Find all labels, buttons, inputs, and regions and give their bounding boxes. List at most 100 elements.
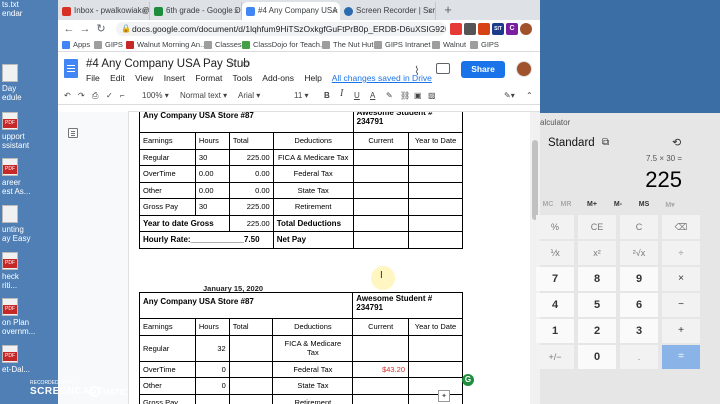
desktop-icon[interactable]: et-Dal...	[2, 345, 56, 374]
calc-key[interactable]: 6	[620, 293, 658, 317]
font-select[interactable]: Arial ▾	[238, 90, 260, 102]
underline-button[interactable]: U	[354, 90, 360, 102]
explore-icon[interactable]: ✦	[438, 390, 450, 402]
calc-key[interactable]: 0	[578, 345, 616, 369]
table-cell[interactable]	[352, 214, 410, 232]
calc-key[interactable]: 2	[578, 319, 616, 343]
calc-key[interactable]: ⌫	[662, 215, 700, 239]
desktop-icon[interactable]: Day edule	[2, 64, 56, 102]
calc-key[interactable]: x²	[578, 241, 616, 265]
calc-key[interactable]: 8	[578, 267, 616, 291]
table-cell[interactable]	[228, 334, 274, 362]
table-cell[interactable]: 32	[194, 334, 230, 362]
link-icon[interactable]: ⛓	[400, 90, 410, 102]
style-select[interactable]: Normal text ▾	[180, 90, 227, 102]
table-cell[interactable]	[352, 181, 410, 199]
editing-mode-icon[interactable]: ✎▾	[504, 90, 515, 102]
calc-key[interactable]: 5	[578, 293, 616, 317]
table-cell[interactable]: 225.00	[228, 148, 274, 166]
desktop-icon[interactable]: unting ay Easy	[2, 205, 56, 243]
table-cell[interactable]	[352, 198, 410, 216]
table-cell[interactable]: State Tax	[272, 181, 354, 199]
table-cell[interactable]: Regular	[139, 148, 196, 166]
header-cell[interactable]: Earnings	[139, 318, 196, 336]
desktop-icon[interactable]: heck riti...	[2, 252, 56, 290]
profile-avatar[interactable]	[520, 23, 532, 35]
table-cell[interactable]: 30	[194, 148, 230, 166]
calc-key[interactable]: ⅟x	[536, 241, 574, 265]
table-cell[interactable]: 0.00	[194, 181, 230, 199]
header-cell[interactable]: Current	[352, 132, 410, 150]
header-cell[interactable]: Earnings	[139, 132, 196, 150]
bookmark-item[interactable]: ClassDojo for Teach...	[242, 39, 326, 51]
bookmark-item[interactable]: GIPS	[94, 39, 123, 51]
calc-key[interactable]: C	[620, 215, 658, 239]
calc-key[interactable]: +	[662, 319, 700, 343]
redo-icon[interactable]: ↷	[78, 90, 85, 102]
header-cell[interactable]: Deductions	[272, 318, 354, 336]
calc-key[interactable]: 9	[620, 267, 658, 291]
scrollbar-thumb[interactable]	[532, 140, 538, 220]
ytd-label[interactable]: Year to date Gross	[139, 214, 230, 232]
calc-key[interactable]: %	[536, 215, 574, 239]
avatar[interactable]	[516, 61, 532, 77]
table-cell[interactable]	[228, 393, 274, 404]
tab-inbox[interactable]: Inbox - pwalkowiak@ ×	[58, 2, 150, 20]
table-cell[interactable]: $43.20	[352, 360, 410, 378]
header-cell[interactable]: Hours	[194, 132, 230, 150]
table-cell[interactable]: OverTime	[139, 360, 196, 378]
print-icon[interactable]: ⎙	[92, 90, 98, 102]
tab-screen-recorder[interactable]: Screen Recorder | Scre ×	[340, 2, 436, 20]
close-icon[interactable]: ×	[428, 2, 433, 20]
star-icon[interactable]: ☆	[228, 58, 237, 69]
new-tab-button[interactable]: +	[440, 2, 456, 18]
menu-addons[interactable]: Add-ons	[262, 73, 294, 83]
table-cell[interactable]: Other	[139, 181, 196, 199]
table-cell[interactable]	[408, 181, 463, 199]
desktop-icon[interactable]: areer est As...	[2, 158, 56, 196]
table-cell[interactable]: Federal Tax	[272, 360, 354, 378]
table-cell[interactable]: 0	[194, 360, 230, 378]
header-cell[interactable]: Year to Date	[408, 132, 463, 150]
italic-button[interactable]: I	[340, 88, 343, 100]
table-cell[interactable]	[408, 393, 463, 404]
font-size-select[interactable]: 11 ▾	[294, 90, 309, 102]
move-folder-icon[interactable]: ▭	[242, 58, 251, 69]
table-cell[interactable]	[352, 231, 410, 249]
comment-icon[interactable]	[436, 63, 450, 74]
employee-cell[interactable]: Awesome Student # 234791	[352, 112, 464, 133]
spellcheck-icon[interactable]: ✓	[106, 90, 113, 102]
header-cell[interactable]: Hours	[194, 318, 230, 336]
desktop-icon[interactable]: upport ssistant	[2, 112, 56, 150]
calc-key[interactable]: 1	[536, 319, 574, 343]
header-cell[interactable]: Deductions	[272, 132, 354, 150]
hourly-rate[interactable]: Hourly Rate:____________7.50	[139, 231, 274, 249]
paint-format-icon[interactable]: ⌐	[120, 90, 125, 102]
calc-key[interactable]: ÷	[662, 241, 700, 265]
menu-insert[interactable]: Insert	[164, 73, 185, 83]
calc-key[interactable]: .	[620, 345, 658, 369]
docs-logo-icon[interactable]	[64, 59, 78, 78]
memory-store[interactable]: MS	[632, 201, 656, 208]
table-cell[interactable]	[228, 360, 274, 378]
memory-subtract[interactable]: M-	[606, 201, 630, 208]
menu-format[interactable]: Format	[195, 73, 222, 83]
bookmark-item[interactable]: GIPS Intranet	[374, 39, 430, 51]
table-cell[interactable]	[408, 334, 463, 362]
close-icon[interactable]: ×	[333, 2, 338, 20]
table-cell[interactable]	[408, 377, 463, 395]
employee-cell[interactable]: Awesome Student # 234791	[352, 292, 463, 319]
net-pay-label[interactable]: Net Pay	[272, 231, 354, 249]
comment-add-icon[interactable]: ▣	[414, 90, 422, 102]
menu-help[interactable]: Help	[304, 73, 321, 83]
document-page[interactable]: Any Company USA Store #87 Awesome Studen…	[128, 112, 530, 404]
calc-key[interactable]: 7	[536, 267, 574, 291]
table-cell[interactable]: 30	[194, 198, 230, 216]
table-cell[interactable]: 0.00	[228, 181, 274, 199]
keep-on-top-icon[interactable]: ⧉	[602, 137, 609, 148]
table-cell[interactable]: 0.00	[194, 165, 230, 183]
image-icon[interactable]: ▨	[428, 90, 436, 102]
menu-file[interactable]: File	[86, 73, 100, 83]
undo-icon[interactable]: ↶	[64, 90, 71, 102]
memory-list[interactable]: M▾	[658, 201, 682, 209]
